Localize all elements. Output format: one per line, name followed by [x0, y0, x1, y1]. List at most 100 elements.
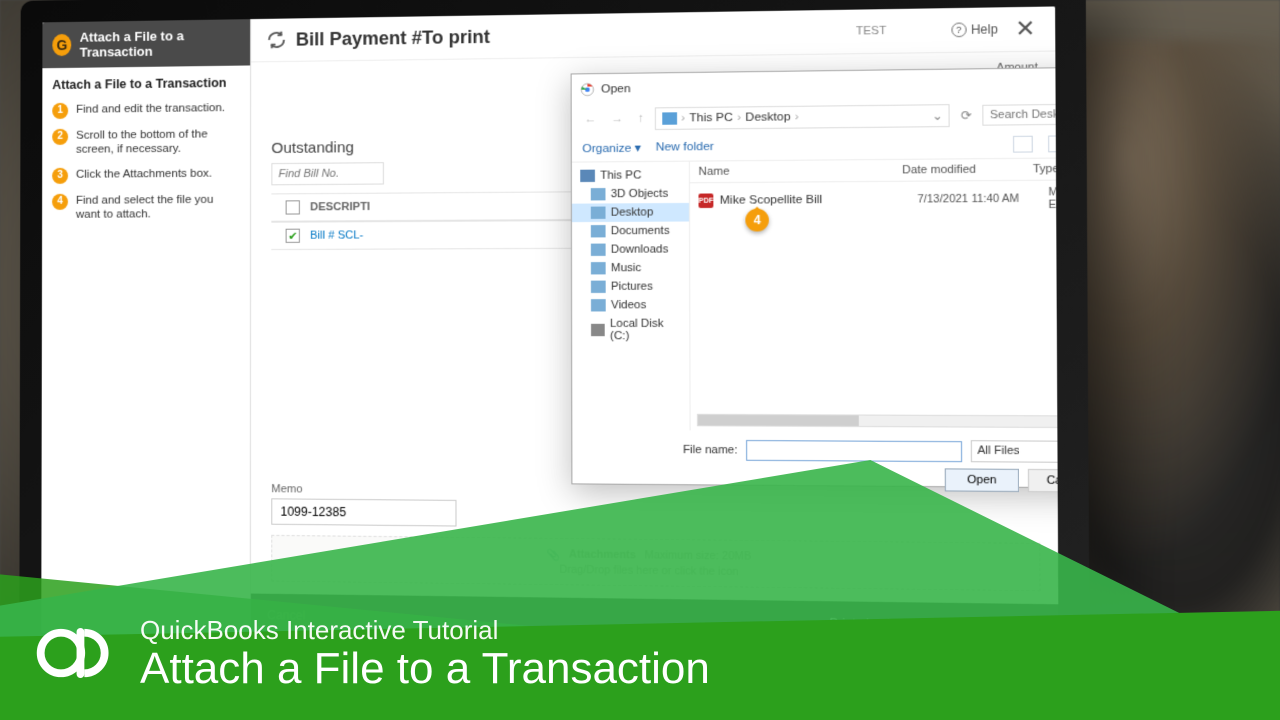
print-check-button[interactable]: Print check — [829, 616, 893, 632]
folder-icon — [591, 225, 606, 237]
memo-group: Memo — [271, 483, 456, 526]
file-type-filter[interactable]: All Files⌄ — [971, 440, 1059, 463]
folder-icon — [591, 281, 606, 293]
tutorial-step-3[interactable]: 3Click the Attachments box. — [42, 161, 250, 189]
find-bill-input[interactable] — [271, 162, 384, 185]
pdf-icon: PDF — [698, 193, 713, 208]
tree-this-pc[interactable]: This PC — [572, 166, 689, 185]
preview-pane-button[interactable] — [1048, 135, 1058, 152]
main-panel: Bill Payment #To print TEST ?Help ✕ Amou… — [251, 6, 1059, 648]
file-name: Mike Scopellite Bill — [720, 193, 918, 207]
sidebar-header: G Attach a File to a Transaction — [42, 19, 250, 68]
attachments-dropzone[interactable]: 📎 Attachments Maximum size: 20MB Drag/Drop… — [271, 535, 1040, 592]
help-link[interactable]: ?Help — [951, 22, 998, 37]
col-date[interactable]: Date modified — [902, 163, 1033, 177]
dialog-body: This PC 3D Objects Desktop Documents Dow… — [572, 158, 1059, 432]
select-all-checkbox[interactable] — [286, 200, 300, 214]
tree-3d-objects[interactable]: 3D Objects — [572, 184, 689, 203]
crumb-dropdown-icon[interactable]: ⌄ — [932, 108, 943, 123]
folder-icon — [662, 112, 677, 125]
banner-line-1: QuickBooks Interactive Tutorial — [140, 615, 710, 646]
crumb-desktop[interactable]: Desktop — [745, 111, 790, 124]
dialog-toolbar: Organize ▾ New folder ? — [572, 130, 1059, 163]
tree-desktop[interactable]: Desktop — [572, 203, 689, 222]
file-type: Microsoft Edge — [1048, 186, 1058, 212]
disk-icon — [591, 324, 605, 336]
more-button[interactable]: More — [1011, 618, 1041, 633]
refresh-icon[interactable]: ⟳ — [957, 108, 976, 123]
folder-icon — [591, 244, 606, 256]
attachments-hint: Maximum size: 20MB — [644, 549, 751, 563]
file-name-input[interactable] — [746, 439, 962, 461]
chrome-icon — [580, 82, 595, 97]
dialog-bottom: File name: All Files⌄ Open Cancel — [572, 430, 1058, 501]
nav-forward-icon[interactable]: → — [607, 113, 628, 126]
step-2-text: Scroll to the bottom of the screen, if n… — [76, 127, 240, 157]
col-description: DESCRIPTI — [310, 201, 370, 214]
tree-local-disk[interactable]: Local Disk (C:) — [572, 314, 689, 345]
file-name-label: File name: — [683, 443, 738, 456]
tutorial-sidebar: G Attach a File to a Transaction Attach … — [41, 19, 251, 636]
file-list-header: Name Date modified Type — [690, 158, 1059, 183]
attachments-title: Attachments — [569, 548, 636, 561]
app-screen: G Attach a File to a Transaction Attach … — [41, 6, 1058, 648]
nav-back-icon[interactable]: ← — [580, 113, 600, 126]
sidebar-subtitle: Attach a File to a Transaction — [42, 65, 250, 98]
step-1-text: Find and edit the transaction. — [76, 101, 225, 119]
page-title: Bill Payment #To print — [296, 26, 490, 50]
dialog-nav: ← → ↑ › This PC › Desktop › ⌄ ⟳ — [572, 98, 1059, 135]
step-3-text: Click the Attachments box. — [76, 166, 212, 183]
row-checkbox[interactable]: ✔ — [286, 229, 300, 243]
new-folder-button[interactable]: New folder — [656, 141, 714, 154]
tutorial-marker-4: 4 — [745, 209, 769, 240]
close-panel-button[interactable]: ✕ — [1011, 15, 1040, 43]
attachments-drop-text: Drag/Drop files here or click the icon — [559, 563, 738, 578]
recurring-icon — [265, 29, 287, 52]
folder-icon — [591, 207, 606, 219]
quickbooks-logo-icon — [36, 614, 114, 692]
monitor-frame: G Attach a File to a Transaction Attach … — [19, 0, 1089, 679]
tutorial-step-4[interactable]: 4Find and select the file you want to at… — [42, 187, 250, 227]
paperclip-icon: 📎 — [547, 548, 561, 562]
horizontal-scrollbar[interactable] — [697, 414, 1059, 428]
page-header: Bill Payment #To print TEST ?Help ✕ — [251, 6, 1055, 62]
tree-documents[interactable]: Documents — [572, 222, 689, 241]
file-date: 7/13/2021 11:40 AM — [917, 192, 1048, 205]
dialog-title: Open — [601, 77, 1058, 95]
step-4-text: Find and select the file you want to att… — [76, 192, 240, 222]
tree-music[interactable]: Music — [572, 259, 689, 278]
guide-badge-icon: G — [52, 34, 71, 56]
col-name[interactable]: Name — [698, 164, 902, 178]
dialog-search-input[interactable] — [982, 103, 1058, 125]
folder-icon — [591, 299, 606, 311]
tree-pictures[interactable]: Pictures — [572, 277, 689, 296]
memo-input[interactable] — [271, 498, 456, 526]
sidebar-header-title: Attach a File to a Transaction — [80, 27, 240, 59]
open-button[interactable]: Open — [945, 468, 1019, 492]
tree-downloads[interactable]: Downloads — [572, 240, 689, 259]
scrollbar-thumb[interactable] — [698, 415, 859, 426]
organize-menu[interactable]: Organize ▾ — [582, 140, 641, 155]
tutorial-step-2[interactable]: 2Scroll to the bottom of the screen, if … — [42, 122, 250, 163]
nav-up-icon[interactable]: ↑ — [634, 113, 649, 125]
folder-tree: This PC 3D Objects Desktop Documents Dow… — [572, 162, 691, 431]
order-checks-button[interactable]: Order checks — [913, 617, 991, 633]
banner-text: QuickBooks Interactive Tutorial Attach a… — [140, 615, 710, 692]
breadcrumb[interactable]: › This PC › Desktop › ⌄ — [655, 104, 951, 130]
banner-line-2: Attach a File to a Transaction — [140, 646, 710, 692]
test-label: TEST — [856, 25, 886, 38]
file-open-dialog: Open ✕ ← → ↑ › This PC › Desktop › ⌄ — [571, 67, 1059, 489]
dialog-cancel-button[interactable]: Cancel — [1028, 469, 1059, 493]
col-type[interactable]: Type — [1033, 162, 1059, 175]
memo-label: Memo — [271, 483, 456, 497]
tutorial-step-1[interactable]: 1Find and edit the transaction. — [42, 96, 250, 124]
tree-videos[interactable]: Videos — [572, 296, 689, 315]
help-label: Help — [971, 22, 998, 37]
pc-icon — [580, 170, 595, 182]
folder-icon — [591, 262, 606, 274]
file-list: Name Date modified Type PDF Mike Scopell… — [690, 158, 1059, 432]
view-mode-button[interactable] — [1013, 136, 1033, 153]
crumb-this-pc[interactable]: This PC — [689, 112, 732, 125]
bill-link[interactable]: Bill # SCL- — [310, 229, 363, 241]
folder-icon — [591, 188, 606, 200]
